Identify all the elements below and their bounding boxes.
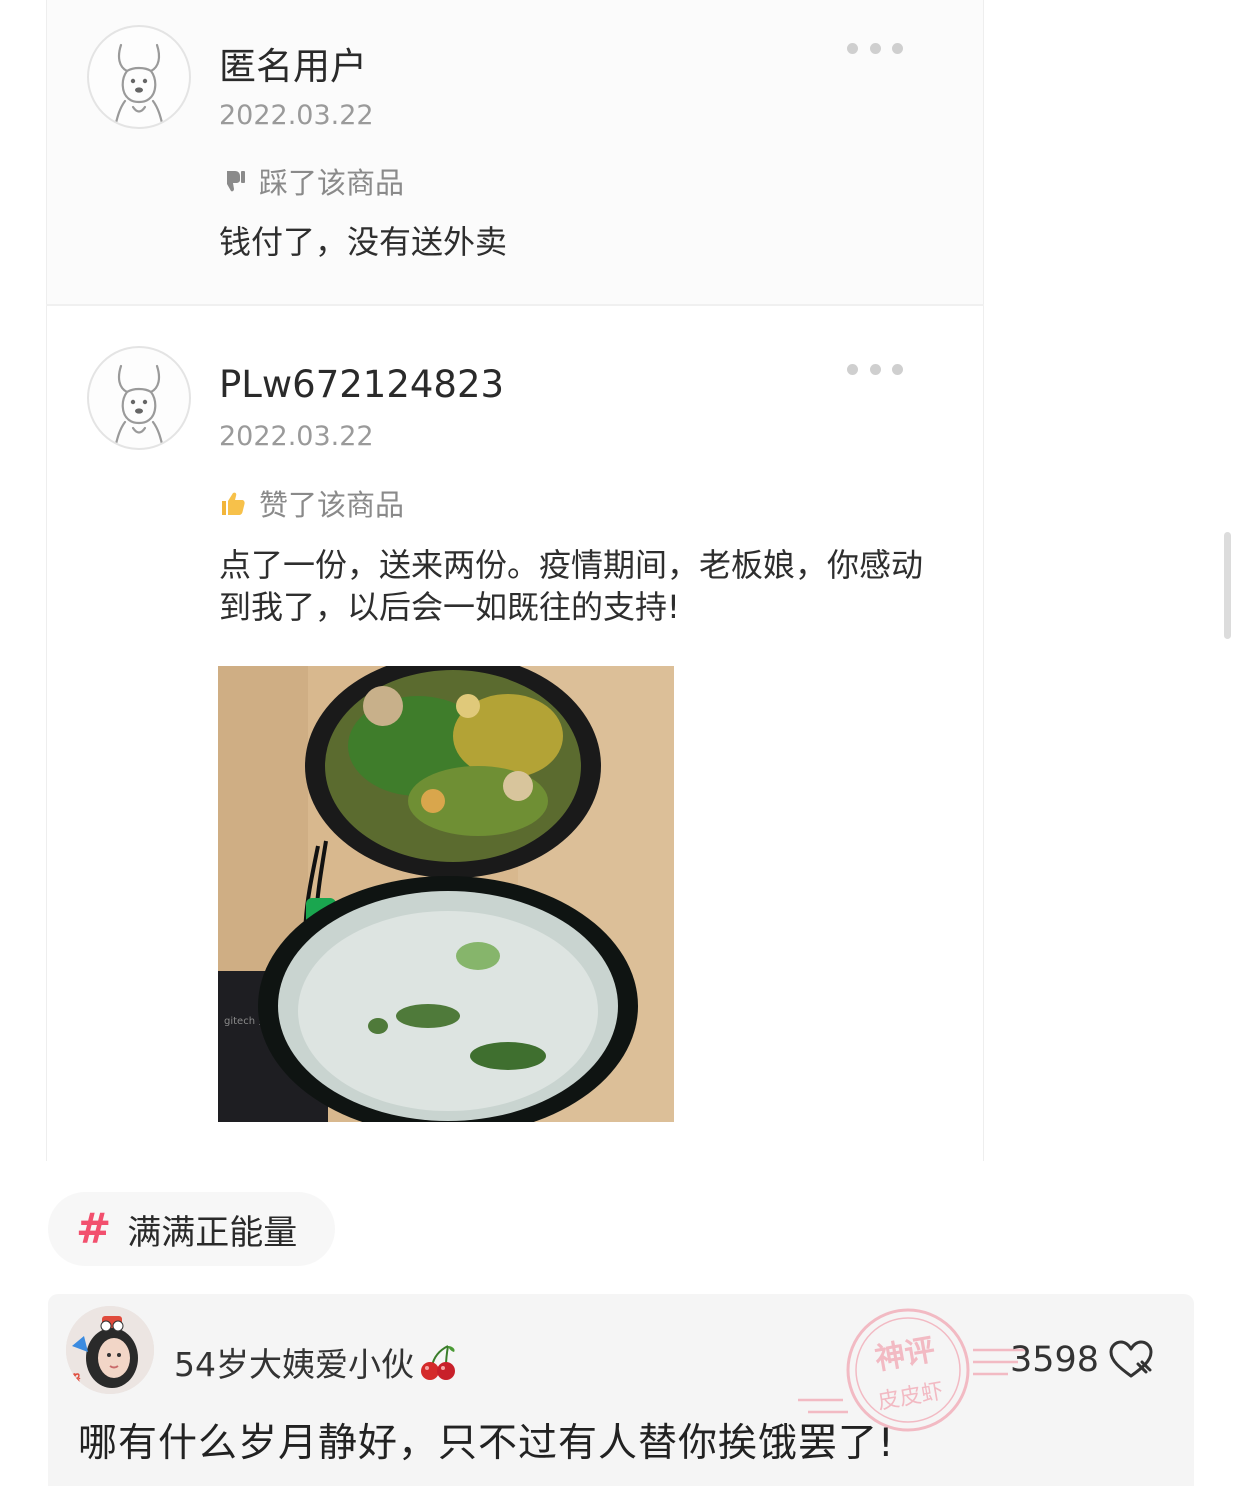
review-text: 点了一份，送来两份。疫情期间，老板娘，你感动到我了，以后会一如既往的支持! bbox=[219, 546, 924, 626]
review-text: 钱付了，没有送外卖 bbox=[219, 223, 508, 261]
kangaroo-avatar-icon bbox=[113, 43, 165, 127]
svg-text:ꕥ: ꕥ bbox=[68, 1372, 81, 1388]
food-photo-image: gitech 罗技 bbox=[218, 666, 674, 1122]
avatar[interactable] bbox=[87, 25, 191, 129]
comment-username[interactable]: 54岁大姨爱小伙 bbox=[174, 1338, 458, 1386]
topic-tag[interactable]: # 满满正能量 bbox=[48, 1192, 335, 1266]
username[interactable]: PLw672124823 bbox=[219, 363, 504, 406]
avatar[interactable]: ꕥ bbox=[66, 1306, 154, 1394]
avatar[interactable] bbox=[87, 346, 191, 450]
hashtag-icon: # bbox=[76, 1204, 112, 1253]
tag-label: 满满正能量 bbox=[127, 1212, 298, 1253]
thumbs-down-icon bbox=[222, 171, 245, 192]
scrollbar[interactable] bbox=[1224, 532, 1231, 639]
rating-label: 赞了该商品 bbox=[259, 488, 405, 522]
rating: 赞了该商品 bbox=[219, 482, 404, 524]
review-photo[interactable]: gitech 罗技 bbox=[218, 666, 674, 1122]
comment-text: 哪有什么岁月静好，只不过有人替你挨饿罢了! bbox=[78, 1421, 895, 1466]
rating: 踩了该商品 bbox=[219, 160, 404, 202]
review-date: 2022.03.22 bbox=[219, 421, 374, 452]
hot-comment: ꕥ 54岁大姨爱小伙 神评 皮皮虾 3598 哪有什么岁月静好，只不过有人替你挨… bbox=[48, 1294, 1194, 1486]
heart-like-icon[interactable] bbox=[1108, 1340, 1154, 1380]
review-date: 2022.03.22 bbox=[219, 100, 374, 131]
more-options-icon[interactable] bbox=[847, 363, 903, 375]
review-item: PLw672124823 2022.03.22 赞了该商品 点了一份，送来两份。… bbox=[47, 306, 983, 1161]
thumbs-up-icon bbox=[222, 492, 245, 515]
divider bbox=[46, 304, 984, 306]
review-item: 匿名用户 2022.03.22 踩了该商品 钱付了，没有送外卖 bbox=[47, 0, 983, 305]
cherry-icon bbox=[421, 1345, 455, 1380]
like-count: 3598 bbox=[1010, 1340, 1100, 1380]
review-card: 匿名用户 2022.03.22 踩了该商品 钱付了，没有送外卖 PLw67212… bbox=[46, 0, 984, 1161]
watermark-text-bottom: 皮皮虾 bbox=[876, 1379, 945, 1415]
comment-username-text: 54岁大姨爱小伙 bbox=[174, 1345, 414, 1384]
more-options-icon[interactable] bbox=[847, 42, 903, 54]
username[interactable]: 匿名用户 bbox=[219, 36, 367, 90]
user-avatar-image: ꕥ bbox=[66, 1306, 154, 1394]
rating-label: 踩了该商品 bbox=[259, 166, 405, 200]
kangaroo-avatar-icon bbox=[113, 364, 165, 448]
watermark-text-top: 神评 bbox=[872, 1332, 937, 1377]
